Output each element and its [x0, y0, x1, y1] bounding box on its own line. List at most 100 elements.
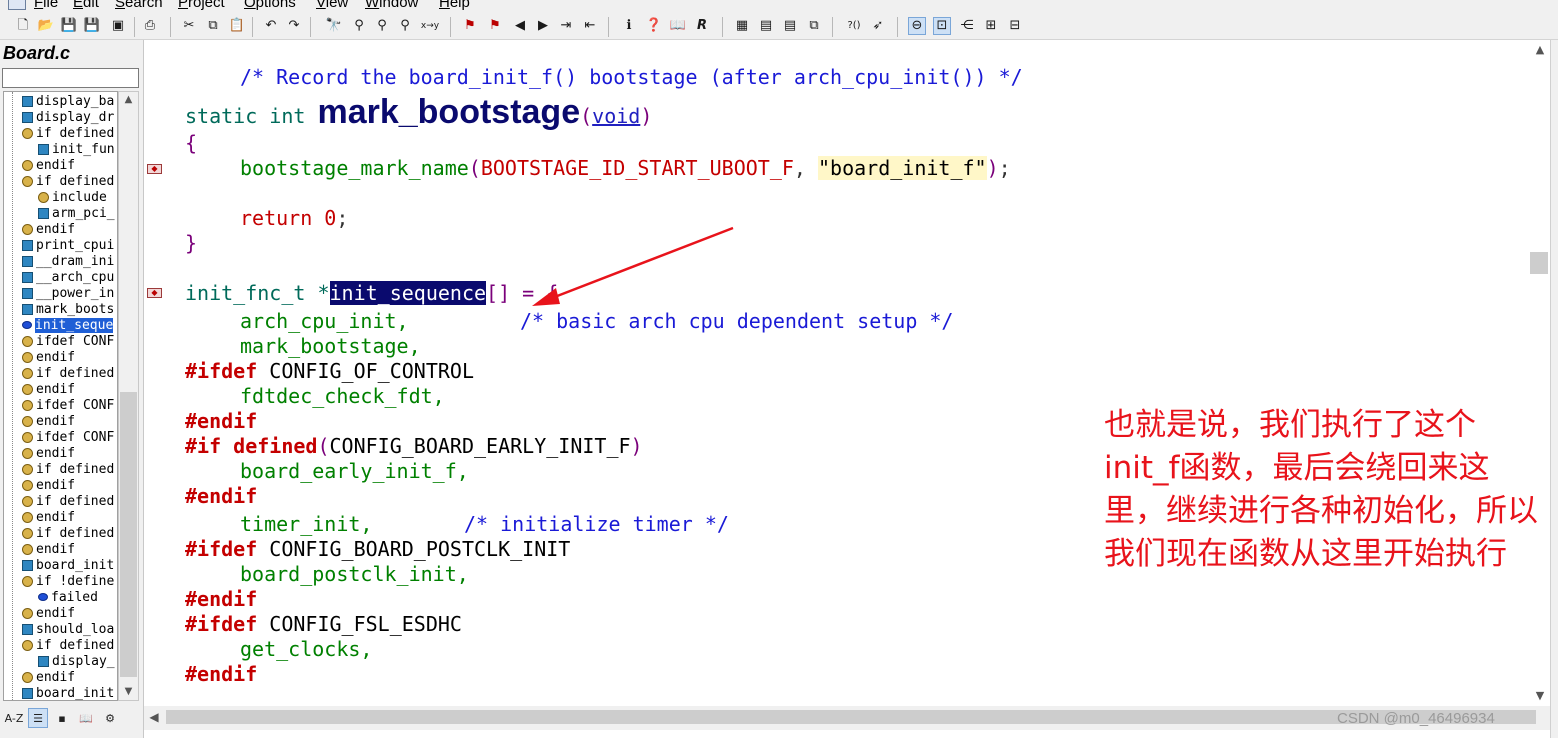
editor-gutter[interactable]: ◆ ◆	[144, 40, 168, 706]
function-declaration-name[interactable]: mark_bootstage	[317, 93, 580, 131]
symbol-list-item[interactable]: endif	[22, 381, 75, 397]
config-macro[interactable]: CONFIG_BOARD_POSTCLK_INIT	[269, 537, 570, 561]
scroll-up-icon[interactable]: ▲	[119, 92, 138, 108]
symbol-list-item[interactable]: init_seque	[22, 317, 114, 333]
symbol-list-item[interactable]: board_init	[22, 685, 114, 700]
relation-icon[interactable]: ⊡	[933, 17, 951, 35]
symbol-list-scrollbar[interactable]: ▲ ▼	[118, 91, 139, 701]
find-next-icon[interactable]: ⚲	[350, 17, 368, 35]
symbol-list-item[interactable]: if defined	[22, 525, 114, 541]
open-folder-icon[interactable]: 📂	[37, 17, 55, 35]
symbol-list-item[interactable]: mark_boots	[22, 301, 114, 317]
save-icon[interactable]: 💾	[60, 17, 78, 35]
function-reference[interactable]: fdtdec_check_fdt,	[240, 384, 445, 408]
symbol-search-input[interactable]	[2, 68, 139, 88]
properties-icon[interactable]: ⚙	[100, 708, 120, 728]
symbol-list-item[interactable]: endif	[22, 477, 75, 493]
symbol-list-item[interactable]: endif	[22, 413, 75, 429]
symbol-list-item[interactable]: ifdef CONF	[22, 429, 114, 445]
symbol-list-item[interactable]: arm_pci_	[38, 205, 115, 221]
symbol-list-item[interactable]: board_init	[22, 557, 114, 573]
bookmark-toggle-icon[interactable]: ⚑	[461, 17, 479, 35]
symbol-list-item[interactable]: display_	[38, 653, 115, 669]
new-file-icon[interactable]: 🗋	[14, 17, 32, 35]
find-icon[interactable]: 🔭	[325, 17, 343, 35]
symbol-list-item[interactable]: endif	[22, 541, 75, 557]
find-files-icon[interactable]: ⚲	[396, 17, 414, 35]
close-file-icon[interactable]: ▣	[109, 17, 127, 35]
layout-1-icon[interactable]: ▦	[733, 17, 751, 35]
bookmark-next-icon[interactable]: ⚑	[486, 17, 504, 35]
symbol-list-item[interactable]: should_loa	[22, 621, 114, 637]
symbol-list-item[interactable]: endif	[22, 509, 75, 525]
scroll-left-icon[interactable]: ◀	[146, 709, 162, 725]
symbol-list-item[interactable]: if defined	[22, 125, 114, 141]
layout-4-icon[interactable]: ⧉	[805, 17, 823, 35]
project-icon[interactable]: ⊟	[1006, 17, 1024, 35]
config-macro[interactable]: CONFIG_FSL_ESDHC	[269, 612, 462, 636]
book-icon[interactable]: 📖	[76, 708, 96, 728]
symbol-list-item[interactable]: if !define	[22, 573, 114, 589]
bookmark-marker-icon[interactable]: ◆	[147, 288, 162, 298]
cut-icon[interactable]: ✂	[180, 17, 198, 35]
paste-icon[interactable]: 📋	[228, 17, 246, 35]
symbol-list-item[interactable]: print_cpui	[22, 237, 114, 253]
bookmark-marker-icon[interactable]: ◆	[147, 164, 162, 174]
symbol-list-item[interactable]: ifdef CONF	[22, 333, 114, 349]
function-reference[interactable]: arch_cpu_init,	[240, 309, 409, 333]
symbol-list-item[interactable]: endif	[22, 669, 75, 685]
help-pointer-icon[interactable]: ➶	[869, 17, 887, 35]
symbol-list-item[interactable]: ifdef CONF	[22, 397, 114, 413]
config-macro[interactable]: CONFIG_BOARD_EARLY_INIT_F	[330, 434, 631, 458]
function-call[interactable]: bootstage_mark_name	[240, 156, 469, 180]
scroll-thumb[interactable]	[120, 392, 137, 677]
class-tree-icon[interactable]: ⊞	[982, 17, 1000, 35]
redo-icon[interactable]: ↷	[285, 17, 303, 35]
function-reference[interactable]: mark_bootstage,	[240, 334, 421, 358]
layout-2-icon[interactable]: ▤	[757, 17, 775, 35]
scroll-down-icon[interactable]: ▼	[1530, 688, 1550, 704]
selected-symbol[interactable]: init_sequence	[329, 281, 487, 305]
symbol-list-item[interactable]: __arch_cpu	[22, 269, 114, 285]
function-reference[interactable]: board_early_init_f,	[240, 459, 469, 483]
symbol-list-item[interactable]: endif	[22, 349, 75, 365]
editor-vertical-scrollbar[interactable]: ▲ ▼	[1530, 40, 1550, 706]
config-macro[interactable]: CONFIG_OF_CONTROL	[269, 359, 474, 383]
symbol-info-icon[interactable]: ℹ	[620, 17, 638, 35]
symbol-list-item[interactable]: __dram_ini	[22, 253, 114, 269]
menu-view[interactable]: View	[316, 0, 348, 12]
symbol-list-item[interactable]: endif	[22, 221, 75, 237]
outdent-icon[interactable]: ⇤	[581, 17, 599, 35]
save-all-icon[interactable]: 💾	[83, 17, 101, 35]
back-icon[interactable]: ◀	[511, 17, 529, 35]
symbol-list-item[interactable]: failed	[38, 589, 98, 605]
indent-icon[interactable]: ⇥	[557, 17, 575, 35]
symbol-list-item[interactable]: endif	[22, 157, 75, 173]
scroll-down-icon[interactable]: ▼	[119, 684, 138, 700]
replace-icon[interactable]: x→y	[421, 17, 439, 35]
symbol-list-item[interactable]: endif	[22, 445, 75, 461]
list-icon[interactable]: ☰	[28, 708, 48, 728]
layout-3-icon[interactable]: ▤	[781, 17, 799, 35]
sort-az-button[interactable]: A-Z	[4, 708, 24, 728]
call-graph-icon[interactable]: ⋲	[958, 17, 976, 35]
symbol-list-item[interactable]: __power_in	[22, 285, 114, 301]
menu-options[interactable]: Options	[244, 0, 296, 12]
symbol-list-item[interactable]: if defined	[22, 173, 114, 189]
copy-icon[interactable]: ⧉	[204, 17, 222, 35]
function-reference[interactable]: get_clocks,	[240, 637, 372, 661]
symbol-list-item[interactable]: display_ba	[22, 93, 114, 109]
symbol-list[interactable]: display_ba display_dr if defined init_fun en…	[3, 91, 118, 701]
symbol-list-item[interactable]: include	[38, 189, 107, 205]
category-icon[interactable]: ▪	[52, 708, 72, 728]
symbol-list-item[interactable]: if defined	[22, 461, 114, 477]
menu-help[interactable]: Help	[439, 0, 470, 12]
scroll-up-icon[interactable]: ▲	[1530, 42, 1550, 58]
print-icon[interactable]: ⎙	[141, 17, 159, 35]
function-reference[interactable]: timer_init,	[240, 512, 372, 536]
symbol-list-item[interactable]: init_fun	[38, 141, 115, 157]
symbol-list-item[interactable]: display_dr	[22, 109, 114, 125]
sync-icon[interactable]: ⊖	[908, 17, 926, 35]
find-prev-icon[interactable]: ⚲	[373, 17, 391, 35]
scroll-thumb[interactable]	[166, 710, 1536, 724]
